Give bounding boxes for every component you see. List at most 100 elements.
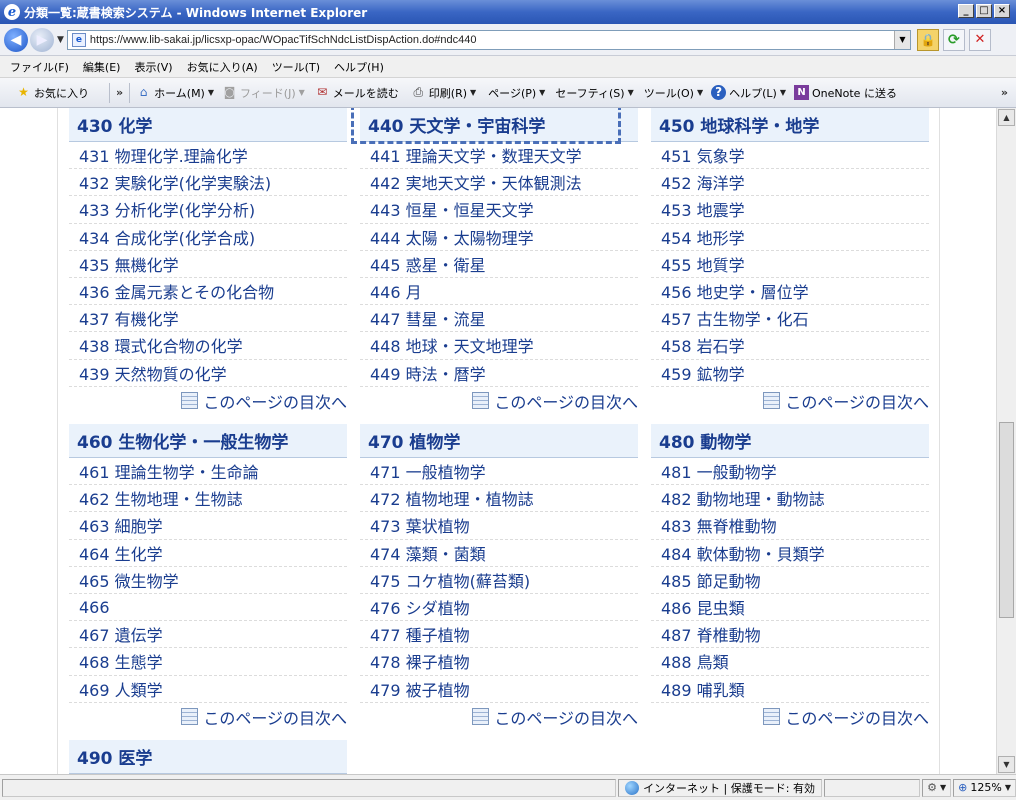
caret-down-icon[interactable]: ▼	[539, 88, 545, 97]
caret-down-icon[interactable]: ▼	[208, 88, 214, 97]
stop-button[interactable]: ✕	[968, 28, 991, 51]
list-item[interactable]: 466	[69, 594, 347, 622]
list-item[interactable]: 451 気象学	[651, 142, 929, 170]
toc-link[interactable]: このページの目次へ	[69, 387, 347, 415]
safety-button[interactable]: セーフティ(S) ▼	[555, 85, 633, 101]
menu-tools[interactable]: ツール(T)	[272, 59, 320, 75]
list-item[interactable]: 446 月	[360, 278, 638, 306]
list-item[interactable]: 475 コケ植物(蘚苔類)	[360, 567, 638, 594]
list-item[interactable]: 431 物理化学.理論化学	[69, 142, 347, 170]
list-item[interactable]: 452 海洋学	[651, 169, 929, 197]
onenote-button[interactable]: N OneNote に送る	[794, 85, 897, 101]
list-item[interactable]: 432 実験化学(化学実験法)	[69, 169, 347, 197]
toc-link[interactable]: このページの目次へ	[651, 703, 929, 731]
scroll-thumb[interactable]	[999, 422, 1014, 618]
list-item[interactable]: 434 合成化学(化学合成)	[69, 224, 347, 251]
list-item[interactable]: 443 恒星・恒星天文学	[360, 196, 638, 224]
list-item[interactable]: 479 被子植物	[360, 676, 638, 703]
list-item[interactable]: 439 天然物質の化学	[69, 360, 347, 387]
list-item[interactable]: 433 分析化学(化学分析)	[69, 196, 347, 224]
list-item[interactable]: 464 生化学	[69, 540, 347, 567]
caret-down-icon[interactable]: ▼	[299, 88, 305, 97]
caret-down-icon[interactable]: ▼	[628, 88, 634, 97]
list-item[interactable]: 458 岩石学	[651, 332, 929, 360]
list-item[interactable]: 469 人類学	[69, 676, 347, 703]
toc-link[interactable]: このページの目次へ	[69, 703, 347, 731]
minimize-button[interactable]: _	[958, 4, 974, 18]
forward-button[interactable]: ▶	[30, 27, 54, 52]
list-item[interactable]: 461 理論生物学・生命論	[69, 458, 347, 486]
scroll-up-icon[interactable]: ▲	[998, 109, 1015, 126]
list-item[interactable]: 457 古生物学・化石	[651, 305, 929, 333]
list-item[interactable]: 435 無機化学	[69, 251, 347, 278]
print-button[interactable]: ⎙ 印刷(R) ▼	[411, 85, 476, 101]
list-item[interactable]: 483 無脊椎動物	[651, 512, 929, 540]
list-item[interactable]: 456 地史学・層位学	[651, 278, 929, 306]
history-dropdown-icon[interactable]: ▼	[57, 35, 64, 45]
list-item[interactable]: 442 実地天文学・天体観測法	[360, 169, 638, 197]
close-button[interactable]: ×	[994, 4, 1010, 18]
security-zone[interactable]: インターネット | 保護モード: 有効	[618, 778, 822, 797]
chevron-right-icon[interactable]: »	[116, 86, 123, 99]
category-heading[interactable]: 430 化学	[69, 108, 347, 142]
list-item[interactable]: 468 生態学	[69, 648, 347, 676]
list-item[interactable]: 478 裸子植物	[360, 648, 638, 676]
category-heading[interactable]: 460 生物化学・一般生物学	[69, 424, 347, 458]
list-item[interactable]: 463 細胞学	[69, 512, 347, 540]
list-item[interactable]: 474 藻類・菌類	[360, 540, 638, 567]
category-heading[interactable]: 490 医学	[69, 740, 347, 774]
toc-link[interactable]: このページの目次へ	[360, 703, 638, 731]
protected-mode-icon-area[interactable]: ⚙ ▼	[922, 778, 952, 797]
toc-link[interactable]: このページの目次へ	[360, 387, 638, 415]
page-button[interactable]: ページ(P) ▼	[488, 85, 545, 101]
list-item[interactable]: 482 動物地理・動物誌	[651, 485, 929, 513]
list-item[interactable]: 471 一般植物学	[360, 458, 638, 486]
toc-link[interactable]: このページの目次へ	[651, 387, 929, 415]
refresh-button[interactable]: ⟳	[942, 28, 965, 51]
feeds-button[interactable]: ◙ フィード(J) ▼	[222, 85, 305, 101]
list-item[interactable]: 445 惑星・衛星	[360, 251, 638, 278]
list-item[interactable]: 465 微生物学	[69, 567, 347, 594]
list-item[interactable]: 438 環式化合物の化学	[69, 332, 347, 360]
list-item[interactable]: 447 彗星・流星	[360, 305, 638, 333]
mail-button[interactable]: ✉ メールを読む	[315, 85, 399, 101]
scroll-down-icon[interactable]: ▼	[998, 756, 1015, 773]
caret-down-icon[interactable]: ▼	[780, 88, 786, 97]
chevron-right-icon[interactable]: »	[1001, 86, 1008, 99]
list-item[interactable]: 467 遺伝学	[69, 621, 347, 649]
list-item[interactable]: 449 時法・暦学	[360, 360, 638, 387]
menu-edit[interactable]: 編集(E)	[83, 59, 121, 75]
list-item[interactable]: 454 地形学	[651, 224, 929, 251]
list-item[interactable]: 484 軟体動物・貝類学	[651, 540, 929, 567]
list-item[interactable]: 481 一般動物学	[651, 458, 929, 486]
maximize-button[interactable]: □	[976, 4, 992, 18]
list-item[interactable]: 473 葉状植物	[360, 512, 638, 540]
caret-down-icon[interactable]: ▼	[940, 783, 946, 792]
home-button[interactable]: ⌂ ホーム(M) ▼	[136, 85, 214, 101]
list-item[interactable]: 436 金属元素とその化合物	[69, 278, 347, 306]
list-item[interactable]: 441 理論天文学・数理天文学	[360, 142, 638, 170]
list-item[interactable]: 486 昆虫類	[651, 594, 929, 622]
list-item[interactable]: 488 鳥類	[651, 648, 929, 676]
back-button[interactable]: ◀	[4, 27, 28, 52]
address-dropdown-icon[interactable]: ▼	[893, 30, 910, 49]
list-item[interactable]: 472 植物地理・植物誌	[360, 485, 638, 513]
category-heading[interactable]: 480 動物学	[651, 424, 929, 458]
category-heading[interactable]: 470 植物学	[360, 424, 638, 458]
list-item[interactable]: 485 節足動物	[651, 567, 929, 594]
list-item[interactable]: 487 脊椎動物	[651, 621, 929, 649]
list-item[interactable]: 477 種子植物	[360, 621, 638, 649]
help-button[interactable]: ? ヘルプ(L) ▼	[711, 85, 786, 101]
list-item[interactable]: 444 太陽・太陽物理学	[360, 224, 638, 251]
list-item[interactable]: 453 地震学	[651, 196, 929, 224]
menu-favorites[interactable]: お気に入り(A)	[187, 59, 258, 75]
favorites-button[interactable]: ★ お気に入り	[16, 85, 89, 101]
caret-down-icon[interactable]: ▼	[470, 88, 476, 97]
list-item[interactable]: 462 生物地理・生物誌	[69, 485, 347, 513]
caret-down-icon[interactable]: ▼	[697, 88, 703, 97]
tools-button[interactable]: ツール(O) ▼	[644, 85, 703, 101]
list-item[interactable]: 448 地球・天文地理学	[360, 332, 638, 360]
menu-view[interactable]: 表示(V)	[134, 59, 172, 75]
caret-down-icon[interactable]: ▼	[1005, 783, 1011, 792]
menu-help[interactable]: ヘルプ(H)	[334, 59, 384, 75]
